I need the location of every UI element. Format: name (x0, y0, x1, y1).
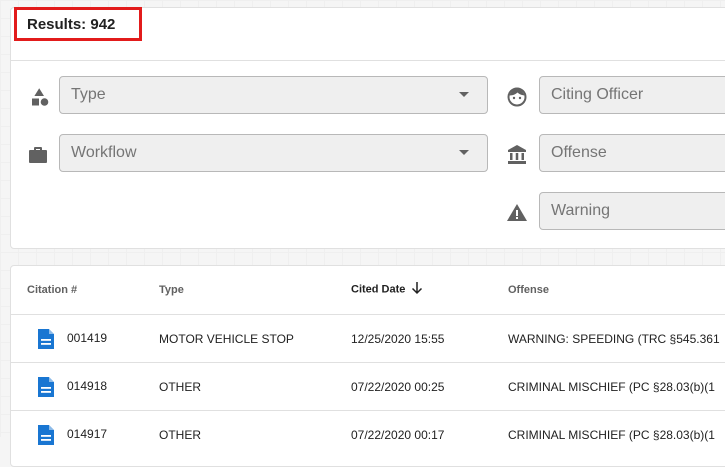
offense-placeholder: Offense (551, 144, 607, 161)
row-divider (11, 410, 725, 411)
column-header-citation[interactable]: Citation # (27, 284, 77, 296)
row-cited-date: 12/25/2020 15:55 (351, 332, 445, 346)
cited-date-label: Cited Date (351, 283, 406, 296)
header-divider (11, 314, 725, 315)
type-select[interactable]: Type (59, 76, 488, 114)
warning-placeholder: Warning (551, 202, 610, 219)
offense-input[interactable]: Offense (539, 134, 725, 172)
filter-panel: Type Workflow Citing Officer Offense War… (10, 7, 725, 249)
results-label: Results: (27, 15, 87, 33)
row-offense: WARNING: SPEEDING (TRC §545.361 (508, 332, 720, 346)
citing-officer-input[interactable]: Citing Officer (539, 76, 725, 114)
row-type: OTHER (159, 428, 201, 442)
row-divider (11, 362, 725, 363)
column-header-cited-date[interactable]: Cited Date (351, 281, 423, 298)
results-number: 942 (90, 15, 116, 33)
document-icon[interactable] (36, 376, 56, 398)
document-icon[interactable] (36, 424, 56, 446)
briefcase-icon (26, 143, 50, 167)
citation-number[interactable]: 001419 (67, 331, 107, 345)
citation-number[interactable]: 014917 (67, 427, 107, 441)
results-count: Results: 942 (14, 7, 142, 41)
warning-input[interactable]: Warning (539, 192, 725, 230)
workflow-select-placeholder: Workflow (71, 144, 137, 161)
citing-officer-placeholder: Citing Officer (551, 86, 644, 103)
warning-icon (505, 201, 529, 225)
row-offense: CRIMINAL MISCHIEF (PC §28.03(b)(1 (508, 428, 715, 442)
workflow-select[interactable]: Workflow (59, 134, 488, 172)
column-header-offense[interactable]: Offense (508, 284, 549, 296)
shapes-icon (28, 85, 52, 109)
type-select-placeholder: Type (71, 86, 106, 103)
row-cited-date: 07/22/2020 00:25 (351, 380, 445, 394)
divider (11, 60, 725, 61)
column-header-type[interactable]: Type (159, 284, 184, 296)
citation-number[interactable]: 014918 (67, 379, 107, 393)
row-cited-date: 07/22/2020 00:17 (351, 428, 445, 442)
chevron-down-icon (459, 92, 469, 97)
row-type: MOTOR VEHICLE STOP (159, 332, 294, 346)
document-icon[interactable] (36, 328, 56, 350)
arrow-down-icon (411, 281, 423, 298)
row-offense: CRIMINAL MISCHIEF (PC §28.03(b)(1 (508, 380, 715, 394)
courthouse-icon (505, 143, 529, 167)
row-type: OTHER (159, 380, 201, 394)
chevron-down-icon (459, 150, 469, 155)
face-icon (505, 85, 529, 109)
